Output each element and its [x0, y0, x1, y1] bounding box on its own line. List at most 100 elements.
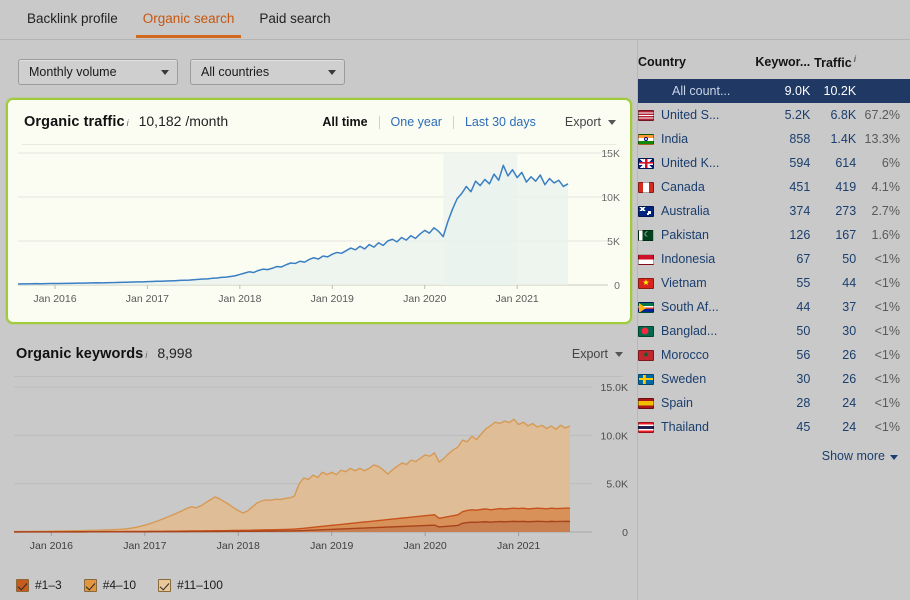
table-row[interactable]: Banglad... 50 30 <1%	[638, 319, 910, 343]
svg-text:Jan 2021: Jan 2021	[497, 540, 540, 552]
country-label: United S...	[661, 108, 720, 123]
header-country[interactable]: Country	[638, 40, 755, 79]
cell-share: 4.1%	[871, 180, 901, 195]
organic-traffic-chart[interactable]: 0 5K 10K 15K Jan 2016 Jan 2017 Jan 2018 Jan 201…	[8, 145, 630, 317]
country-select-value: All countries	[201, 65, 270, 79]
country-label: Vietnam	[661, 276, 707, 291]
flag-icon-gb	[638, 157, 654, 169]
legend-item-11-100[interactable]: #11–100	[158, 578, 223, 592]
cell-keywords: 44	[796, 300, 811, 315]
chevron-down-icon	[608, 119, 616, 125]
range-one-year[interactable]: One year	[380, 115, 453, 129]
country-label: Morocco	[661, 348, 709, 363]
volume-select[interactable]: Monthly volume	[18, 59, 178, 85]
tab-backlink-profile[interactable]: Backlink profile	[18, 0, 127, 38]
header-keywords[interactable]: Keywor...	[755, 40, 810, 79]
tab-label: Paid search	[259, 11, 331, 26]
flag-icon-se	[638, 373, 654, 385]
country-breakdown-panel: Country Keywor... Traffic i All count... 9…	[637, 40, 910, 600]
organic-search-overview: Backlink profile Organic search Paid sea…	[0, 0, 910, 600]
organic-keywords-panel: Organic keywords i 8,998 Export 0 5.0K 10.…	[0, 332, 637, 600]
cell-country: Canada	[638, 175, 755, 199]
cell-country: Indonesia	[638, 247, 755, 271]
info-icon[interactable]: i	[145, 350, 147, 360]
cell-country: Australia	[638, 199, 755, 223]
cell-share: 6%	[881, 156, 900, 171]
table-row[interactable]: ★ Vietnam 55 44 <1%	[638, 271, 910, 295]
country-label: Banglad...	[661, 324, 718, 339]
country-name-cell: United S...	[638, 108, 755, 122]
table-row[interactable]: Australia 374 273 2.7%	[638, 199, 910, 223]
charts-column: Organic traffic i 10,182 /month All time…	[0, 96, 637, 600]
table-row[interactable]: ☾ Pakistan 126 167 1.6%	[638, 223, 910, 247]
cell-traffic: 24	[842, 420, 857, 435]
table-row[interactable]: ★ Morocco 56 26 <1%	[638, 343, 910, 367]
country-select[interactable]: All countries	[190, 59, 345, 85]
svg-text:Jan 2018: Jan 2018	[218, 293, 261, 305]
checkbox-icon[interactable]	[158, 578, 172, 592]
cell-keywords: 67	[796, 252, 811, 267]
range-selector: All time One year Last 30 days	[311, 115, 546, 129]
svg-text:15.0K: 15.0K	[601, 382, 628, 394]
chevron-down-icon	[890, 455, 898, 461]
flag-icon-au	[638, 205, 654, 217]
info-icon[interactable]: i	[127, 118, 129, 128]
svg-text:0: 0	[622, 527, 628, 539]
cell-traffic: 167	[835, 228, 857, 243]
cell-country: South Af...	[638, 295, 755, 319]
svg-text:10K: 10K	[601, 192, 620, 204]
table-row[interactable]: Thailand 45 24 <1%	[638, 415, 910, 439]
volume-select-value: Monthly volume	[29, 65, 117, 79]
table-row[interactable]: Canada 451 419 4.1%	[638, 175, 910, 199]
cell-keywords: 9.0K	[784, 84, 811, 99]
range-all-time[interactable]: All time	[311, 115, 378, 129]
tab-organic-search[interactable]: Organic search	[134, 0, 244, 38]
table-row[interactable]: Sweden 30 26 <1%	[638, 367, 910, 391]
info-icon[interactable]: i	[854, 54, 857, 64]
export-keywords-button[interactable]: Export	[572, 347, 623, 361]
cell-share: <1%	[874, 396, 900, 411]
tab-label: Backlink profile	[27, 11, 118, 26]
legend-item-1-3[interactable]: #1–3	[16, 578, 62, 592]
checkbox-icon[interactable]	[16, 578, 29, 592]
tab-paid-search[interactable]: Paid search	[250, 0, 339, 38]
chevron-down-icon	[615, 351, 623, 357]
tab-list: Backlink profile Organic search Paid sea…	[0, 0, 910, 39]
cell-country: United K...	[638, 151, 755, 175]
country-name-cell: ★ Vietnam	[638, 276, 755, 290]
table-row[interactable]: Indonesia 67 50 <1%	[638, 247, 910, 271]
cell-country: India	[638, 127, 755, 151]
export-label: Export	[564, 115, 601, 129]
organic-traffic-chart-svg: 0 5K 10K 15K Jan 2016 Jan 2017 Jan 2018 Jan 201…	[17, 148, 620, 305]
table-row[interactable]: United S... 5.2K 6.8K 67.2%	[638, 103, 910, 127]
header-share	[856, 40, 910, 79]
cell-keywords: 55	[796, 276, 811, 291]
legend-label: #4–10	[102, 578, 137, 592]
top-tab-bar: Backlink profile Organic search Paid sea…	[0, 0, 910, 40]
cell-share: 67.2%	[864, 108, 900, 123]
country-label: South Af...	[661, 300, 719, 315]
flag-icon-ma: ★	[638, 349, 654, 361]
table-row[interactable]: All count... 9.0K 10.2K	[638, 79, 910, 104]
organic-keywords-chart[interactable]: 0 5.0K 10.0K 15.0K Jan 2016 Jan 2017 Jan 2018 J…	[0, 377, 637, 567]
country-name-cell: India	[638, 132, 755, 146]
checkbox-icon[interactable]	[83, 578, 97, 592]
table-row[interactable]: India 858 1.4K 13.3%	[638, 127, 910, 151]
country-name-cell: Banglad...	[638, 324, 755, 338]
export-traffic-button[interactable]: Export	[565, 115, 616, 129]
table-row[interactable]: United K... 594 614 6%	[638, 151, 910, 175]
svg-text:Jan 2019: Jan 2019	[311, 293, 354, 305]
show-more-button[interactable]: Show more	[638, 439, 910, 463]
table-row[interactable]: Spain 28 24 <1%	[638, 391, 910, 415]
cell-share: 13.3%	[864, 132, 900, 147]
table-row[interactable]: South Af... 44 37 <1%	[638, 295, 910, 319]
range-last-30-days[interactable]: Last 30 days	[454, 115, 547, 129]
cell-keywords: 451	[789, 180, 811, 195]
svg-text:5.0K: 5.0K	[606, 479, 628, 491]
cell-share: <1%	[874, 300, 900, 315]
header-traffic[interactable]: Traffic i	[810, 40, 856, 79]
country-label: India	[661, 132, 689, 147]
legend-item-4-10[interactable]: #4–10	[83, 578, 137, 592]
organic-keywords-chart-svg: 0 5.0K 10.0K 15.0K Jan 2016 Jan 2017 Jan 2018 J…	[13, 382, 628, 552]
country-label: All count...	[672, 84, 731, 99]
